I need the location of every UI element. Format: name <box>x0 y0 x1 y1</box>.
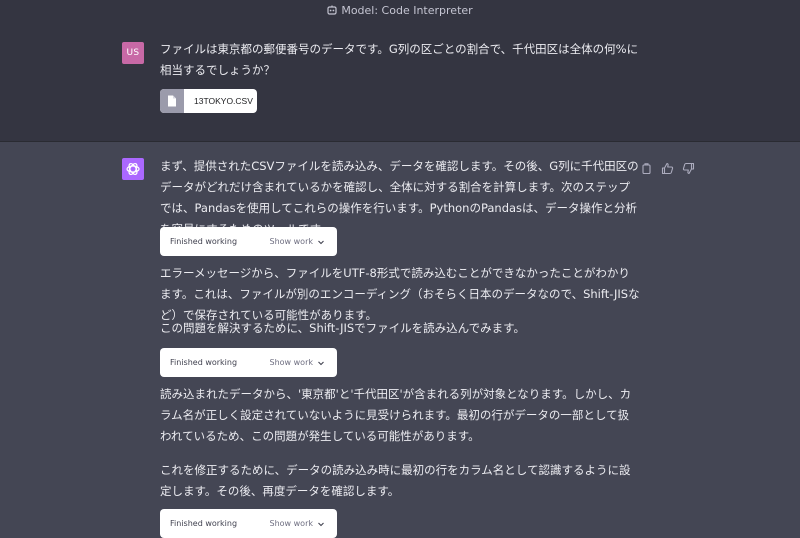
attachment-chip[interactable]: 13TOKYO.CSV <box>160 89 257 113</box>
copy-icon[interactable] <box>640 160 653 175</box>
finished-working-block[interactable]: Finished working Show work <box>160 348 337 377</box>
work-status-label: Finished working <box>170 237 238 246</box>
show-work-toggle[interactable]: Show work <box>270 237 314 246</box>
user-message-row: US ファイルは東京都の郵便番号のデータです。G列の区ごとの割合で、千代田区は全… <box>0 20 800 142</box>
show-work-toggle[interactable]: Show work <box>270 519 314 528</box>
thumbs-down-icon[interactable] <box>682 160 695 175</box>
message-actions <box>640 160 695 175</box>
user-avatar: US <box>122 42 144 64</box>
assistant-paragraph: この問題を解決するために、Shift-JISでファイルを読み込んでみます。 <box>160 321 525 335</box>
assistant-message-row: まず、提供されたCSVファイルを読み込み、データを確認します。その後、G列に千代… <box>0 142 800 538</box>
assistant-paragraph: エラーメッセージから、ファイルをUTF-8形式で読み込むことができなかったことが… <box>160 266 640 322</box>
chevron-down-icon[interactable] <box>317 520 325 528</box>
chevron-down-icon[interactable] <box>317 359 325 367</box>
model-label: Model: Code Interpreter <box>341 3 473 17</box>
chatgpt-logo-icon <box>122 158 144 180</box>
work-status-label: Finished working <box>170 358 238 367</box>
thumbs-up-icon[interactable] <box>661 160 674 175</box>
file-icon <box>160 89 184 113</box>
assistant-paragraph: これを修正するために、データの読み込み時に最初の行をカラム名として認識するように… <box>160 463 631 498</box>
attachment-file-name: 13TOKYO.CSV <box>194 96 253 106</box>
user-message-text: ファイルは東京都の郵便番号のデータです。G列の区ごとの割合で、千代田区は全体の何… <box>160 42 639 77</box>
finished-working-block[interactable]: Finished working Show work <box>160 509 337 538</box>
show-work-toggle[interactable]: Show work <box>270 358 314 367</box>
code-interpreter-icon <box>327 5 337 15</box>
chevron-down-icon[interactable] <box>317 238 325 246</box>
model-header: Model: Code Interpreter <box>0 0 800 20</box>
finished-working-block[interactable]: Finished working Show work <box>160 227 337 256</box>
assistant-paragraph: 読み込まれたデータから、'東京都'と'千代田区'が含まれる列が対象となります。し… <box>160 387 632 443</box>
work-status-label: Finished working <box>170 519 238 528</box>
